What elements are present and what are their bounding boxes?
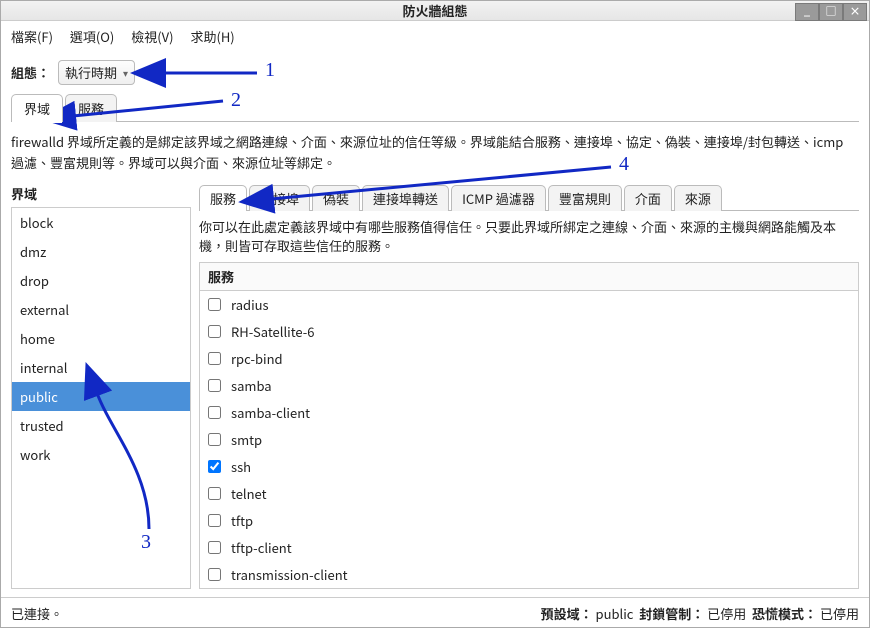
inner-tab-0[interactable]: 服務 xyxy=(199,185,247,211)
menubar: 檔案(F) 選項(O) 檢視(V) 求助(H) xyxy=(1,21,869,52)
zone-item-external[interactable]: external xyxy=(12,295,190,324)
service-label: rpc-bind xyxy=(231,349,283,368)
menu-view[interactable]: 檢視(V) xyxy=(131,27,173,46)
tab-service[interactable]: 服務 xyxy=(65,94,117,122)
service-checkbox-samba-client[interactable] xyxy=(208,406,221,419)
detail-column: 服務連接埠偽裝連接埠轉送ICMP 過濾器豐富規則介面來源 你可以在此處定義該界域… xyxy=(199,184,859,589)
service-label: tftp-client xyxy=(231,538,292,557)
inner-tab-7[interactable]: 來源 xyxy=(674,185,722,211)
zone-description: firewalld 界域所定義的是綁定該界域之網路連線、介面、來源位址的信任等級… xyxy=(11,126,859,184)
service-label: ssh xyxy=(231,457,251,476)
lockdown-label: 封鎖管制： xyxy=(639,604,704,623)
close-button[interactable]: × xyxy=(843,3,867,21)
service-label: samba-client xyxy=(231,403,310,422)
zone-item-block[interactable]: block xyxy=(12,208,190,237)
window-controls: _ □ × xyxy=(795,3,867,21)
service-row-radius: radius xyxy=(200,291,858,318)
maximize-button[interactable]: □ xyxy=(819,3,843,21)
service-checkbox-ssh[interactable] xyxy=(208,460,221,473)
inner-tab-3[interactable]: 連接埠轉送 xyxy=(362,185,449,211)
service-row-samba: samba xyxy=(200,372,858,399)
panic-value: 已停用 xyxy=(820,604,859,623)
service-list: radius RH-Satellite-6 rpc-bind samba samba-c… xyxy=(200,291,858,588)
zone-item-drop[interactable]: drop xyxy=(12,266,190,295)
menu-options[interactable]: 選項(O) xyxy=(70,27,114,46)
zone-item-public[interactable]: public xyxy=(12,382,190,411)
service-label: transmission-client xyxy=(231,565,348,584)
zone-column: 界域 blockdmzdropexternalhomeinternalpubli… xyxy=(11,184,191,589)
menu-file[interactable]: 檔案(F) xyxy=(11,27,53,46)
tab-zone[interactable]: 界域 xyxy=(11,94,63,122)
status-right: 預設域： public 封鎖管制： 已停用 恐慌模式： 已停用 xyxy=(541,604,859,623)
config-label: 組態： xyxy=(11,63,50,82)
service-column-header: 服務 xyxy=(200,263,858,291)
service-row-rpc-bind: rpc-bind xyxy=(200,345,858,372)
chevron-down-icon: ▾ xyxy=(123,65,128,80)
tab-service-label: 服務 xyxy=(78,99,104,118)
zone-list-header: 界域 xyxy=(11,184,191,203)
inner-tab-4[interactable]: ICMP 過濾器 xyxy=(451,185,546,211)
service-checkbox-tftp[interactable] xyxy=(208,514,221,527)
outer-tab-body: firewalld 界域所定義的是綁定該界域之網路連線、介面、來源位址的信任等級… xyxy=(11,122,859,597)
outer-tabbar: 界域 服務 xyxy=(11,93,859,122)
inner-tab-2[interactable]: 偽裝 xyxy=(312,185,360,211)
menu-help[interactable]: 求助(H) xyxy=(190,27,234,46)
panic-label: 恐慌模式： xyxy=(752,604,817,623)
zone-item-home[interactable]: home xyxy=(12,324,190,353)
service-label: samba xyxy=(231,376,272,395)
service-row-smtp: smtp xyxy=(200,426,858,453)
minimize-button[interactable]: _ xyxy=(795,3,819,21)
columns: 界域 blockdmzdropexternalhomeinternalpubli… xyxy=(11,184,859,589)
zone-item-trusted[interactable]: trusted xyxy=(12,411,190,440)
service-label: tftp xyxy=(231,511,253,530)
service-checkbox-RH-Satellite-6[interactable] xyxy=(208,325,221,338)
config-row: 組態： 執行時期 ▾ xyxy=(1,52,869,93)
service-row-transmission-client: transmission-client xyxy=(200,561,858,588)
config-selected: 執行時期 xyxy=(65,63,117,82)
window: 防火牆組態 _ □ × 檔案(F) 選項(O) 檢視(V) 求助(H) 組態： … xyxy=(0,0,870,628)
titlebar: 防火牆組態 _ □ × xyxy=(1,1,869,21)
zone-item-work[interactable]: work xyxy=(12,440,190,469)
inner-tab-1[interactable]: 連接埠 xyxy=(249,185,310,211)
inner-tab-6[interactable]: 介面 xyxy=(624,185,672,211)
config-combo[interactable]: 執行時期 ▾ xyxy=(58,60,135,85)
service-row-tftp: tftp xyxy=(200,507,858,534)
service-row-ssh: ssh xyxy=(200,453,858,480)
tab-zone-label: 界域 xyxy=(24,99,50,118)
service-checkbox-rpc-bind[interactable] xyxy=(208,352,221,365)
service-table: 服務 radius RH-Satellite-6 rpc-bind samba samb… xyxy=(199,262,859,589)
service-description: 你可以在此處定義該界域中有哪些服務值得信任。只要此界域所綁定之連線、介面、來源的… xyxy=(199,211,859,262)
zone-list[interactable]: blockdmzdropexternalhomeinternalpublictr… xyxy=(11,207,191,589)
default-zone-value: public xyxy=(596,604,634,623)
service-label: radius xyxy=(231,295,269,314)
service-checkbox-transmission-client[interactable] xyxy=(208,568,221,581)
zone-item-dmz[interactable]: dmz xyxy=(12,237,190,266)
service-label: telnet xyxy=(231,484,267,503)
service-checkbox-radius[interactable] xyxy=(208,298,221,311)
service-checkbox-tftp-client[interactable] xyxy=(208,541,221,554)
lockdown-value: 已停用 xyxy=(707,604,746,623)
statusbar: 已連接。 預設域： public 封鎖管制： 已停用 恐慌模式： 已停用 xyxy=(1,597,869,629)
service-checkbox-samba[interactable] xyxy=(208,379,221,392)
service-row-telnet: telnet xyxy=(200,480,858,507)
service-row-RH-Satellite-6: RH-Satellite-6 xyxy=(200,318,858,345)
service-label: smtp xyxy=(231,430,262,449)
service-row-tftp-client: tftp-client xyxy=(200,534,858,561)
window-title: 防火牆組態 xyxy=(402,1,467,20)
outer-tabs: 界域 服務 firewalld 界域所定義的是綁定該界域之網路連線、介面、來源位… xyxy=(11,93,859,597)
status-connected: 已連接。 xyxy=(11,604,63,623)
service-checkbox-telnet[interactable] xyxy=(208,487,221,500)
inner-tab-5[interactable]: 豐富規則 xyxy=(548,185,622,211)
zone-item-internal[interactable]: internal xyxy=(12,353,190,382)
service-label: RH-Satellite-6 xyxy=(231,322,315,341)
inner-tabbar: 服務連接埠偽裝連接埠轉送ICMP 過濾器豐富規則介面來源 xyxy=(199,184,859,211)
service-checkbox-smtp[interactable] xyxy=(208,433,221,446)
default-zone-label: 預設域： xyxy=(541,604,593,623)
service-row-samba-client: samba-client xyxy=(200,399,858,426)
